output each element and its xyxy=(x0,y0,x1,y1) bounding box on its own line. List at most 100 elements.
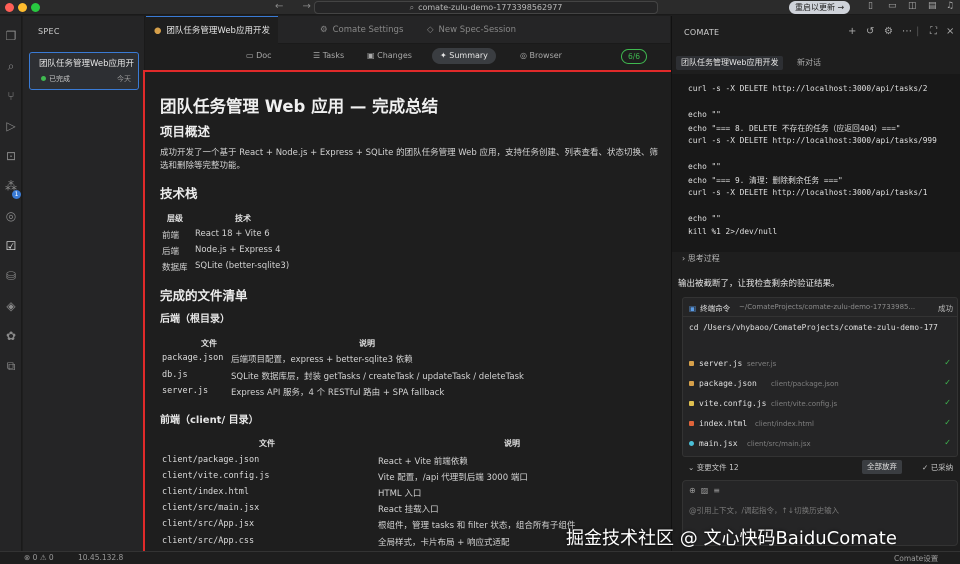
run-debug-icon[interactable]: ▷ xyxy=(3,118,19,134)
table-cell: client/src/App.css xyxy=(162,536,255,546)
tab-spec-session[interactable]: ● 团队任务管理Web应用开发 xyxy=(146,16,278,44)
tab-comate-settings[interactable]: ⚙ Comate Settings xyxy=(312,16,411,44)
doc-title: 团队任务管理 Web 应用 — 完成总结 xyxy=(160,97,439,116)
tech-heading: 技术栈 xyxy=(160,186,198,201)
tab-new-spec-session[interactable]: ◇ New Spec-Session xyxy=(419,16,524,44)
explorer-icon[interactable]: ❐ xyxy=(3,28,19,44)
table-cell: package.json xyxy=(162,353,224,363)
thinking-toggle[interactable]: › 思考过程 xyxy=(682,253,720,264)
overview-text: 成功开发了一个基于 React + Node.js + Express + SQ… xyxy=(160,148,659,171)
mention-icon[interactable]: ⊕ xyxy=(689,486,701,495)
check-icon: ✓ xyxy=(944,398,951,407)
close-window-button[interactable] xyxy=(5,3,14,12)
panel-title: COMATE xyxy=(684,28,720,37)
layout-panel-icon[interactable]: ▭ xyxy=(888,1,897,11)
cursor-position[interactable]: 10.45.132.8 xyxy=(78,553,123,562)
history-nav-arrows[interactable]: ← → xyxy=(275,1,319,12)
html-file-icon xyxy=(689,421,694,426)
adopted-status[interactable]: ✓ 已采纳 xyxy=(922,462,953,473)
file-path: server.js xyxy=(747,360,777,368)
add-icon[interactable]: + xyxy=(848,26,856,37)
search-icon[interactable]: ⌕ xyxy=(3,58,19,74)
task-progress-badge: 6/6 xyxy=(621,49,648,64)
close-icon[interactable]: × xyxy=(946,26,954,37)
chevron-right-icon: › xyxy=(682,254,686,263)
plugin-icon[interactable]: ⧉ xyxy=(3,358,19,374)
view-browser-button[interactable]: ◎ Browser xyxy=(512,48,570,64)
command-search-bar[interactable]: ⌕ comate-zulu-demo-1773398562977 xyxy=(314,1,658,14)
discard-all-button[interactable]: 全部放弃 xyxy=(862,460,902,474)
terminal-line: curl -s -X DELETE http://localhost:3000/… xyxy=(688,188,928,197)
table-header: 技术 xyxy=(235,214,251,223)
tab-new-chat[interactable]: 新对话 xyxy=(792,56,826,70)
chat-tabs: 团队任务管理Web应用开发 新对话 xyxy=(672,56,960,72)
tab-label: 团队任务管理Web应用开发 xyxy=(166,26,270,36)
sidebar-title: SPEC xyxy=(38,27,60,36)
table-cell: HTML 入口 xyxy=(378,489,422,499)
table-cell: client/package.json xyxy=(162,455,260,465)
watermark: 掘金技术社区 @ 文心快码BaiduComate xyxy=(566,528,897,549)
image-icon[interactable]: ▨ xyxy=(701,486,714,495)
comate-settings-status[interactable]: Comate设置 xyxy=(894,553,938,564)
file-name: server.js xyxy=(699,359,743,368)
file-name: package.json xyxy=(699,379,757,388)
summary-document: 团队任务管理 Web 应用 — 完成总结 项目概述 成功开发了一个基于 Reac… xyxy=(143,70,683,561)
terminal-icon: ▣ xyxy=(689,304,697,313)
table-header: 文件 xyxy=(201,339,217,348)
more-icon[interactable]: ⋯ xyxy=(902,26,912,37)
activity-bar: ❐ ⌕ ⑂ ▷ ⊡ ⁂ 1 ◎ ☑ ⛁ ◈ ✿ ⧉ xyxy=(0,16,22,551)
remote-icon[interactable]: ⊡ xyxy=(3,148,19,164)
changed-file-row[interactable]: index.html client/index.html ✓ xyxy=(683,414,957,434)
layout-sidebar-icon[interactable]: ▯ xyxy=(868,1,873,11)
changed-files-toggle[interactable]: ⌄ 变更文件 12 xyxy=(688,462,739,473)
view-doc-button[interactable]: ▭ Doc xyxy=(238,48,280,64)
chat-input-placeholder: @引用上下文，/调起指令，↑↓切换历史输入 xyxy=(689,506,840,515)
frontend-heading: 前端（client/ 目录） xyxy=(160,415,259,426)
modified-dot-icon: ● xyxy=(154,26,162,36)
command-card-header[interactable]: ▣ 终端命令 ~/ComateProjects/comate-zulu-demo-… xyxy=(683,298,957,317)
comate-panel: COMATE + ↺ ⚙ ⋯ | ⛶ × 团队任务管理Web应用开发 新对话 c… xyxy=(671,16,960,551)
database-icon[interactable]: ⛁ xyxy=(3,268,19,284)
view-changes-button[interactable]: ▣ Changes xyxy=(359,48,420,64)
spec-session-card[interactable]: 团队任务管理Web应用开发 已完成 今天 xyxy=(29,52,139,90)
view-summary-button[interactable]: ✦ Summary xyxy=(432,48,496,64)
layout-custom-icon[interactable]: ▤ xyxy=(928,1,937,11)
spec-icon: ◇ xyxy=(427,25,434,35)
notification-bell-icon[interactable]: ♫ xyxy=(946,1,954,11)
file-path: client/package.json xyxy=(771,380,839,388)
settings-icon: ⚙ xyxy=(320,25,328,35)
tab-current-chat[interactable]: 团队任务管理Web应用开发 xyxy=(676,56,784,70)
check-icon: ✓ xyxy=(944,438,951,447)
view-tasks-button[interactable]: ☰ Tasks xyxy=(305,48,352,64)
changed-file-row[interactable]: package.json client/package.json ✓ xyxy=(683,374,957,394)
assistant-message: 输出被截断了，让我检查剩余的验证结果。 xyxy=(678,279,840,289)
changed-file-row[interactable]: main.jsx client/src/main.jsx ✓ xyxy=(683,434,957,454)
table-cell: client/src/main.jsx xyxy=(162,503,260,513)
changed-file-row[interactable]: vite.config.js client/vite.config.js ✓ xyxy=(683,394,957,414)
layout-split-icon[interactable]: ◫ xyxy=(908,1,917,11)
tab-label: New Spec-Session xyxy=(438,25,516,35)
maximize-window-button[interactable] xyxy=(31,3,40,12)
settings-icon[interactable]: ⚙ xyxy=(884,26,893,37)
minimize-window-button[interactable] xyxy=(18,3,27,12)
rules-icon[interactable]: ≡ xyxy=(713,486,725,495)
changed-file-row[interactable]: server.js server.js ✓ xyxy=(683,354,957,374)
panel-header: COMATE + ↺ ⚙ ⋯ | ⛶ × xyxy=(672,16,960,46)
changes-bar: ⌄ 变更文件 12 全部放弃 ✓ 已采纳 xyxy=(682,458,958,476)
browser-icon[interactable]: ◎ xyxy=(3,208,19,224)
table-cell: 根组件，管理 tasks 和 filter 状态，组合所有子组件 xyxy=(378,521,576,531)
history-icon[interactable]: ↺ xyxy=(866,26,874,37)
status-dot-icon xyxy=(41,76,46,81)
table-header: 层级 xyxy=(167,214,183,223)
layers-icon[interactable]: ◈ xyxy=(3,298,19,314)
table-cell: Node.js + Express 4 xyxy=(195,245,281,255)
spec-icon[interactable]: ☑ xyxy=(3,238,19,254)
table-cell: 数据库 xyxy=(162,263,188,273)
table-cell: SQLite 数据库层，封装 getTasks / createTask / u… xyxy=(231,372,524,382)
problems-indicator[interactable]: ⊗ 0 ⚠ 0 xyxy=(24,553,54,562)
paw-icon[interactable]: ✿ xyxy=(3,328,19,344)
spec-status: 已完成 xyxy=(41,74,70,84)
expand-icon[interactable]: ⛶ xyxy=(930,26,937,37)
source-control-icon[interactable]: ⑂ xyxy=(3,88,19,104)
restart-update-button[interactable]: 重启以更新 → xyxy=(789,1,851,14)
